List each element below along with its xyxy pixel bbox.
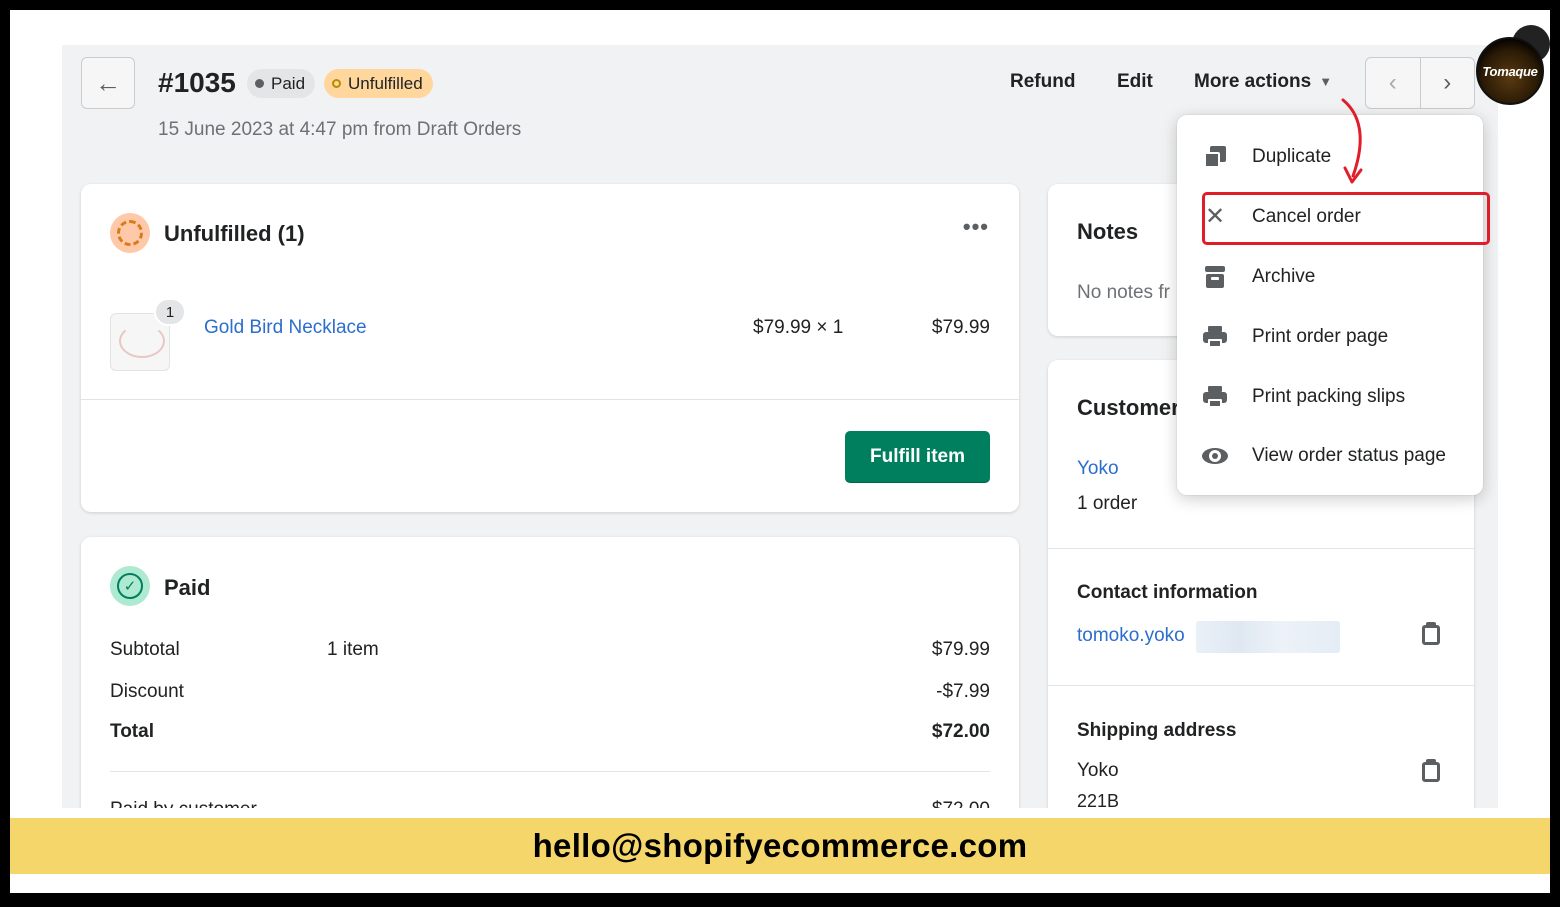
chevron-right-icon: › <box>1443 69 1452 96</box>
divider <box>1048 548 1474 549</box>
paid-by-customer-label: Paid by customer <box>110 799 257 808</box>
menu-item-duplicate[interactable]: Duplicate <box>1177 131 1483 183</box>
customer-name-link[interactable]: Yoko <box>1077 458 1119 480</box>
divider <box>1048 685 1474 686</box>
menu-item-archive[interactable]: Archive <box>1177 251 1483 303</box>
unfulfilled-status-icon <box>110 213 150 253</box>
more-actions-menu: Duplicate ✕ Cancel order Archive Print o… <box>1177 115 1483 495</box>
footer-banner: hello@shopifyecommerce.com <box>10 818 1550 874</box>
status-ring-icon <box>332 79 341 88</box>
paid-by-customer-row: Paid by customer $72.00 <box>110 799 990 808</box>
back-button[interactable]: ← <box>81 57 135 109</box>
order-number: #1035 <box>158 67 236 98</box>
total-value: $72.00 <box>931 721 990 742</box>
edit-button[interactable]: Edit <box>1117 71 1153 93</box>
menu-item-label: Duplicate <box>1252 146 1332 167</box>
order-pagination: ‹ › <box>1365 57 1475 109</box>
customer-title: Customer <box>1077 395 1180 420</box>
divider <box>81 399 1019 400</box>
eye-icon <box>1201 442 1229 470</box>
subtotal-label: Subtotal <box>110 639 180 660</box>
product-name-link[interactable]: Gold Bird Necklace <box>204 317 367 339</box>
shipping-name: Yoko <box>1077 760 1119 781</box>
order-subtitle: 15 June 2023 at 4:47 pm from Draft Order… <box>158 119 522 140</box>
menu-item-label: Archive <box>1252 266 1316 287</box>
brand-logo: Tomaque <box>1476 37 1544 105</box>
archive-icon <box>1201 263 1229 291</box>
subtotal-value: $79.99 <box>931 639 990 660</box>
subtotal-item-count: 1 item <box>327 639 379 660</box>
total-label: Total <box>110 721 154 742</box>
menu-item-print-packing-slips[interactable]: Print packing slips <box>1177 371 1483 423</box>
brand-logo-text: Tomaque <box>1482 63 1538 79</box>
discount-row: Discount -$7.99 <box>110 681 990 705</box>
quantity-badge: 1 <box>154 298 186 326</box>
arrow-left-icon: ← <box>95 67 121 98</box>
print-icon <box>1201 383 1229 411</box>
menu-item-view-order-status[interactable]: View order status page <box>1177 430 1483 482</box>
discount-label: Discount <box>110 681 184 702</box>
paid-by-customer-value: $72.00 <box>932 799 990 808</box>
chevron-left-icon: ‹ <box>1388 69 1397 96</box>
menu-item-label: View order status page <box>1252 445 1446 466</box>
more-actions-label: More actions <box>1194 71 1312 92</box>
fulfill-item-button[interactable]: Fulfill item <box>845 431 990 483</box>
paid-card: ✓ Paid Subtotal 1 item $79.99 Discount -… <box>81 537 1019 808</box>
print-icon <box>1201 323 1229 351</box>
redacted-email-blur <box>1196 621 1340 653</box>
annotation-arrow-icon <box>1341 98 1363 184</box>
subtotal-row: Subtotal 1 item $79.99 <box>110 639 990 663</box>
next-order-button[interactable]: › <box>1421 58 1475 108</box>
duplicate-icon <box>1201 143 1229 171</box>
paid-title: Paid <box>164 575 211 600</box>
cancel-order-highlight <box>1202 192 1490 245</box>
total-row: Total $72.00 <box>110 721 990 745</box>
payment-status-badge: Paid <box>247 69 316 98</box>
unfulfilled-card: Unfulfilled (1) ••• 1 Gold Bird Necklace… <box>81 184 1019 512</box>
fulfillment-status-badge: Unfulfilled <box>324 69 433 98</box>
caret-down-icon: ▼ <box>1319 74 1333 90</box>
copy-icon[interactable] <box>1420 759 1442 783</box>
payment-status-label: Paid <box>271 73 306 93</box>
line-total: $79.99 <box>931 317 990 338</box>
refund-button[interactable]: Refund <box>1010 71 1075 93</box>
menu-item-print-order-page[interactable]: Print order page <box>1177 311 1483 363</box>
notes-title: Notes <box>1077 219 1139 244</box>
copy-icon[interactable] <box>1420 622 1442 646</box>
customer-order-count: 1 order <box>1077 493 1138 514</box>
screenshot-frame: ← #1035 Paid Unfulfilled 15 June 2023 at… <box>10 10 1550 893</box>
notes-text: No notes fr <box>1077 282 1170 303</box>
unit-price-quantity: $79.99 × 1 <box>753 317 844 338</box>
divider <box>110 771 990 772</box>
shipping-address-line: 221B <box>1077 791 1120 808</box>
menu-item-label: Print order page <box>1252 326 1389 347</box>
fulfillment-status-label: Unfulfilled <box>348 73 423 93</box>
footer-email: hello@shopifyecommerce.com <box>532 827 1028 864</box>
contact-info-title: Contact information <box>1077 582 1258 603</box>
menu-item-label: Print packing slips <box>1252 386 1406 407</box>
discount-value: -$7.99 <box>936 681 990 702</box>
status-dot-icon <box>255 79 264 88</box>
unfulfilled-title: Unfulfilled (1) <box>164 221 305 246</box>
customer-email-link[interactable]: tomoko.yoko <box>1077 625 1185 647</box>
paid-status-icon: ✓ <box>110 566 150 606</box>
shipping-address-title: Shipping address <box>1077 720 1237 741</box>
more-actions-button[interactable]: More actions ▼ <box>1194 71 1332 93</box>
more-options-icon[interactable]: ••• <box>963 214 989 240</box>
